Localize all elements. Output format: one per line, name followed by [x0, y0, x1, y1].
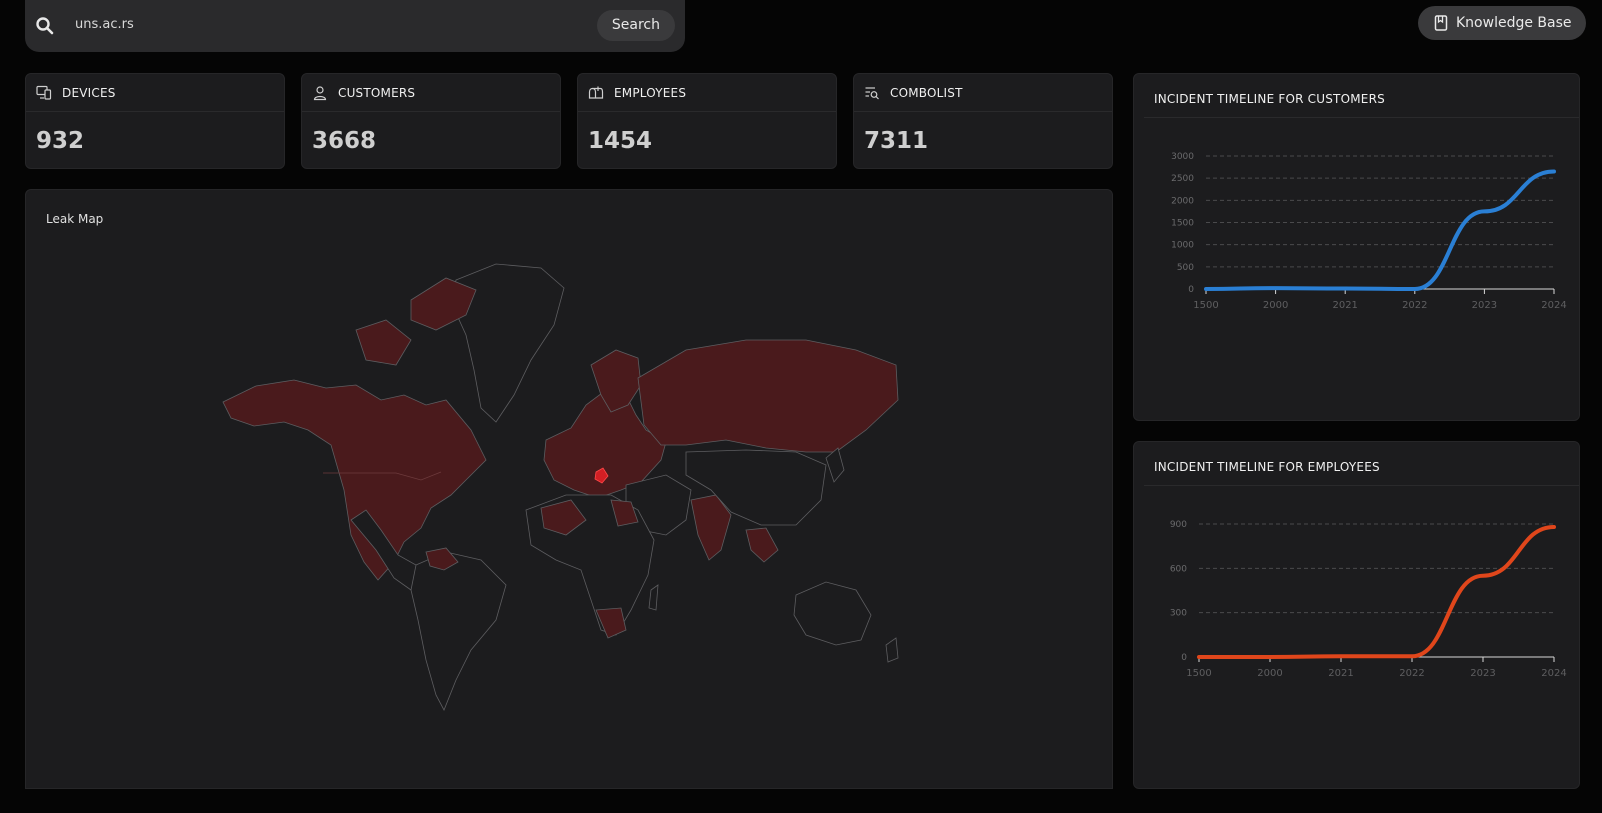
search-bar: uns.ac.rs Search	[25, 0, 685, 52]
y-tick-label: 300	[1170, 609, 1187, 619]
chart-card-employees: INCIDENT TIMELINE FOR EMPLOYEES 0 300 600 9…	[1133, 441, 1580, 789]
user-icon	[313, 85, 327, 100]
x-tick-label: 2023	[1470, 668, 1495, 679]
stat-value: 7311	[864, 128, 929, 154]
x-tick-label: 2024	[1541, 668, 1566, 679]
chart-card-customers: INCIDENT TIMELINE FOR CUSTOMERS 0 500 1000…	[1133, 73, 1580, 421]
stat-label: COMBOLIST	[890, 85, 963, 100]
stat-card-customers[interactable]: CUSTOMERS 3668	[301, 73, 561, 169]
x-tick-label: 2021	[1332, 300, 1357, 311]
map-region-madagascar[interactable]	[648, 584, 659, 611]
map-region-japan[interactable]	[825, 447, 845, 483]
y-tick-label: 1500	[1171, 219, 1194, 229]
map-region-new-zealand[interactable]	[885, 637, 899, 663]
map-region-arctic-islands-west[interactable]	[355, 319, 412, 366]
knowledge-base-label: Knowledge Base	[1456, 15, 1572, 31]
series-line[interactable]	[1204, 169, 1556, 292]
leak-map-card: Leak Map	[25, 189, 1113, 789]
map-region-south-america[interactable]	[410, 551, 507, 711]
stat-label: DEVICES	[62, 85, 116, 100]
search-icon[interactable]	[35, 16, 55, 36]
x-tick-label: 2021	[1328, 668, 1353, 679]
stat-card-devices[interactable]: DEVICES 932	[25, 73, 285, 169]
world-map[interactable]	[26, 190, 1114, 790]
x-tick-label: 2024	[1541, 300, 1566, 311]
x-tick-label: 1500	[1186, 668, 1211, 679]
map-region-russia[interactable]	[637, 339, 899, 453]
chart-employees[interactable]: 0 300 600 900 1500 2000 2021 2022 2023 2024	[1134, 442, 1581, 790]
y-tick-label: 1000	[1171, 241, 1194, 251]
search-input[interactable]: uns.ac.rs	[75, 17, 134, 32]
stat-card-employees[interactable]: EMPLOYEES 1454	[577, 73, 837, 169]
x-tick-label: 2000	[1257, 668, 1282, 679]
y-tick-label: 900	[1170, 520, 1187, 530]
mailbox-icon	[588, 86, 604, 99]
stat-card-combolist[interactable]: COMBOLIST 7311	[853, 73, 1113, 169]
x-tick-label: 2023	[1472, 300, 1497, 311]
y-tick-label: 0	[1188, 285, 1194, 295]
y-tick-label: 3000	[1171, 152, 1194, 162]
y-tick-label: 2500	[1171, 174, 1194, 184]
stat-value: 932	[36, 128, 85, 154]
x-tick-label: 2022	[1399, 668, 1424, 679]
book-icon	[1434, 15, 1448, 31]
chart-customers[interactable]: 0 500 1000 1500 2000 2500 3000 1500 2000 2021 2022…	[1134, 74, 1581, 422]
y-tick-label: 0	[1181, 653, 1187, 663]
map-region-southeast-asia[interactable]	[745, 527, 779, 563]
x-tick-label: 1500	[1193, 300, 1218, 311]
stat-label: CUSTOMERS	[338, 85, 416, 100]
x-tick-label: 2000	[1263, 300, 1288, 311]
search-button[interactable]: Search	[596, 10, 675, 41]
list-search-icon	[865, 86, 879, 99]
y-tick-label: 600	[1170, 564, 1187, 574]
y-tick-label: 2000	[1171, 196, 1194, 206]
map-region-australia[interactable]	[793, 581, 872, 646]
stat-label: EMPLOYEES	[614, 85, 687, 100]
monitor-icon	[36, 85, 52, 100]
stat-value: 3668	[312, 128, 377, 154]
knowledge-base-button[interactable]: Knowledge Base	[1418, 6, 1586, 40]
y-tick-label: 500	[1177, 263, 1194, 273]
series-line[interactable]	[1197, 524, 1556, 659]
x-tick-label: 2022	[1402, 300, 1427, 311]
stat-value: 1454	[588, 128, 653, 154]
